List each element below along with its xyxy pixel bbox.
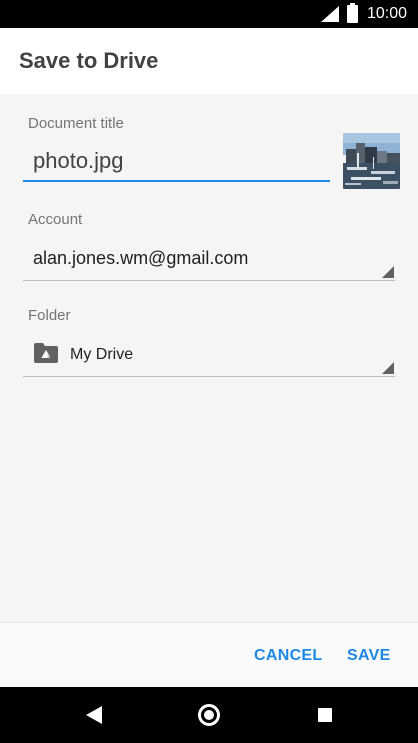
status-time: 10:00 (367, 5, 408, 22)
document-title-input[interactable]: photo.jpg (23, 141, 330, 182)
cancel-button[interactable]: CANCEL (254, 647, 322, 665)
save-button[interactable]: SAVE (347, 647, 391, 665)
folder-select[interactable]: My Drive (23, 335, 395, 377)
status-bar: 10:00 (0, 0, 418, 28)
home-icon[interactable] (198, 704, 220, 726)
account-value: alan.jones.wm@gmail.com (33, 248, 249, 268)
account-label: Account (28, 211, 83, 228)
signal-icon (321, 6, 339, 22)
drive-folder-icon (34, 343, 58, 363)
dropdown-arrow-icon (382, 362, 394, 374)
battery-icon (347, 3, 358, 23)
folder-value: My Drive (70, 346, 134, 363)
dropdown-arrow-icon (382, 266, 394, 278)
folder-label: Folder (28, 307, 71, 324)
dialog-button-bar: CANCEL SAVE (0, 622, 418, 687)
dialog-header: Save to Drive (0, 28, 418, 94)
photo-thumbnail (343, 133, 400, 189)
dialog-title: Save to Drive (19, 48, 159, 73)
document-title-label: Document title (28, 115, 124, 132)
navigation-bar (0, 687, 418, 743)
recent-apps-icon[interactable] (318, 708, 332, 722)
account-select[interactable]: alan.jones.wm@gmail.com (23, 239, 395, 281)
document-title-value: photo.jpg (33, 148, 124, 173)
back-icon[interactable] (86, 706, 102, 724)
